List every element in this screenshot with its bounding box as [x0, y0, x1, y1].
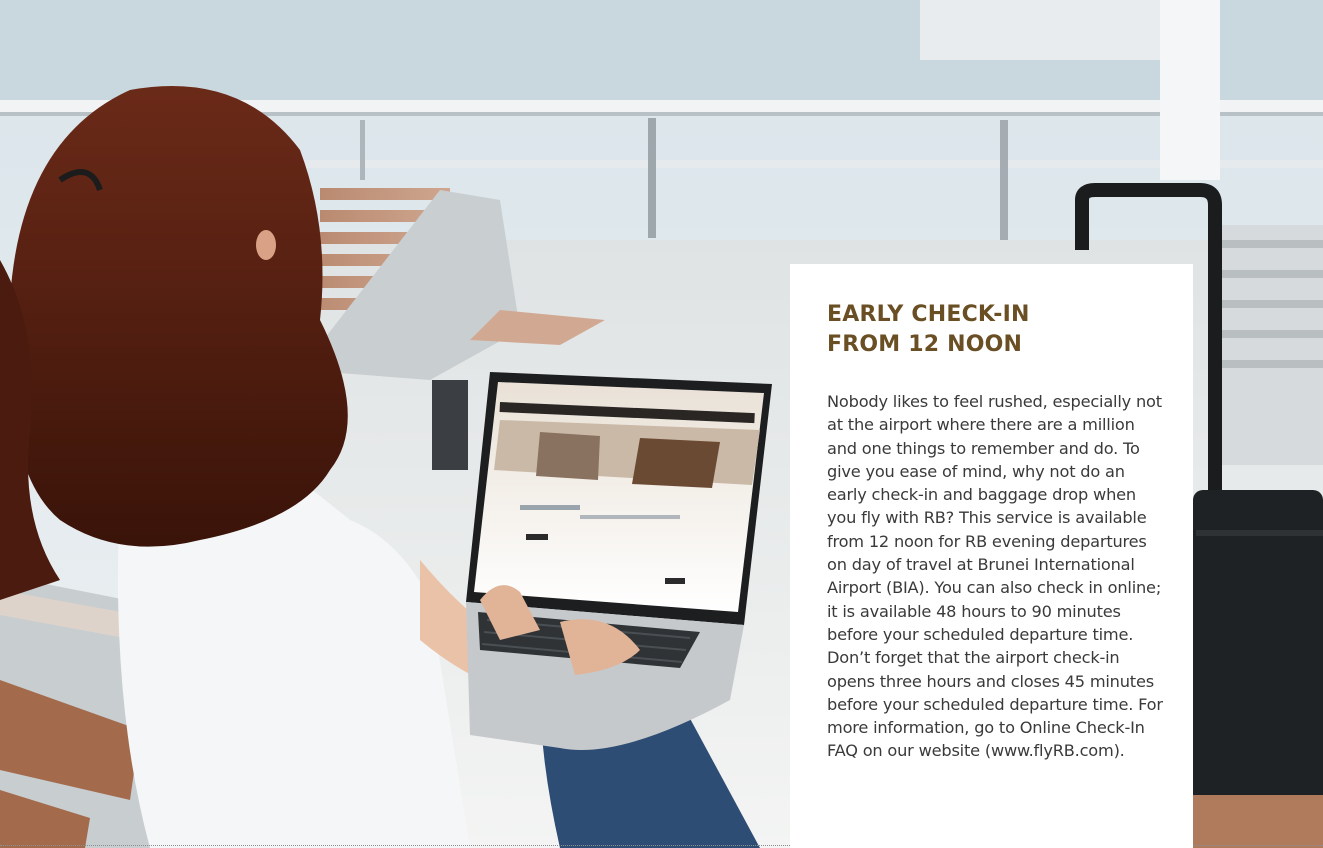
early-check-in-panel: EARLY CHECK-IN FROM 12 NOON Nobody likes… — [790, 264, 1193, 848]
panel-title: EARLY CHECK-IN FROM 12 NOON — [827, 300, 1163, 360]
panel-title-line-1: EARLY CHECK-IN — [827, 302, 1030, 327]
panel-title-line-2: FROM 12 NOON — [827, 332, 1023, 357]
right-bench — [1213, 225, 1323, 465]
laptop — [466, 372, 772, 750]
panel-body-text: Nobody likes to feel rushed, especially … — [827, 392, 1163, 761]
ceiling-beam — [920, 0, 1200, 60]
page-rule-left — [0, 845, 790, 846]
page-rule-right — [1193, 845, 1323, 846]
